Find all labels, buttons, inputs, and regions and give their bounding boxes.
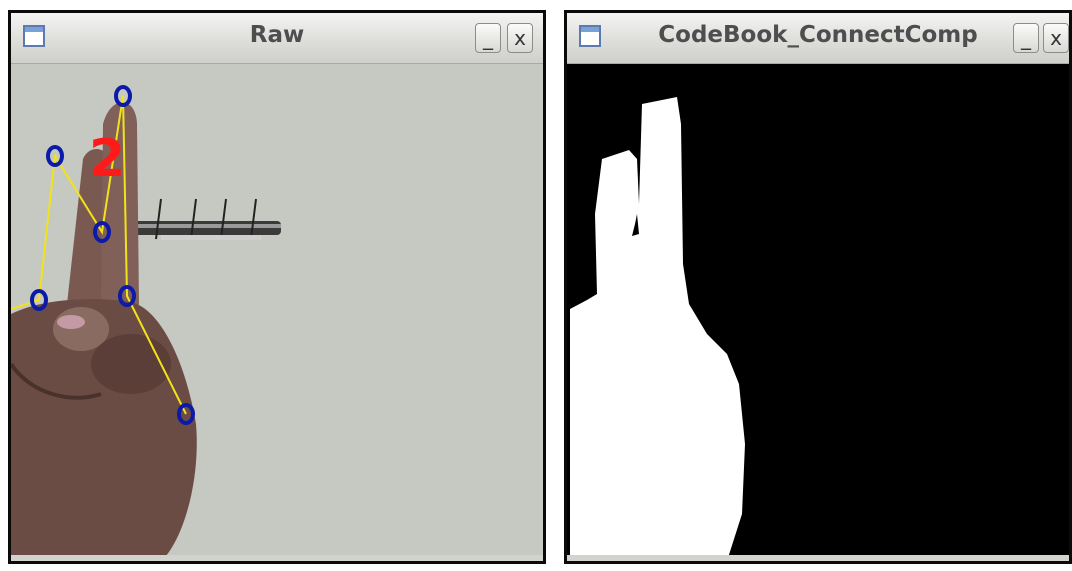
raw-statusbar (11, 555, 543, 561)
codebook-window-title: CodeBook_ConnectComp (658, 22, 978, 48)
minimize-icon: _ (483, 26, 493, 50)
codebook-window: CodeBook_ConnectComp _ x (564, 10, 1072, 564)
minimize-button[interactable]: _ (1013, 23, 1039, 53)
raw-video-feed: 2 (11, 64, 543, 561)
raw-window: Raw _ x 2 (8, 10, 546, 564)
mask-frame (567, 64, 1069, 561)
close-button[interactable]: x (507, 23, 533, 53)
close-icon: x (1050, 26, 1062, 50)
minimize-button[interactable]: _ (475, 23, 501, 53)
raw-titlebar[interactable]: Raw _ x (11, 13, 543, 64)
raw-frame: 2 (11, 64, 543, 561)
raw-window-title: Raw (249, 22, 305, 48)
finger-count-overlay: 2 (89, 129, 125, 189)
close-button[interactable]: x (1043, 23, 1069, 53)
codebook-statusbar (567, 555, 1069, 561)
codebook-mask-view (567, 64, 1069, 561)
close-icon: x (514, 26, 526, 50)
codebook-titlebar[interactable]: CodeBook_ConnectComp _ x (567, 13, 1069, 64)
minimize-icon: _ (1021, 26, 1031, 50)
